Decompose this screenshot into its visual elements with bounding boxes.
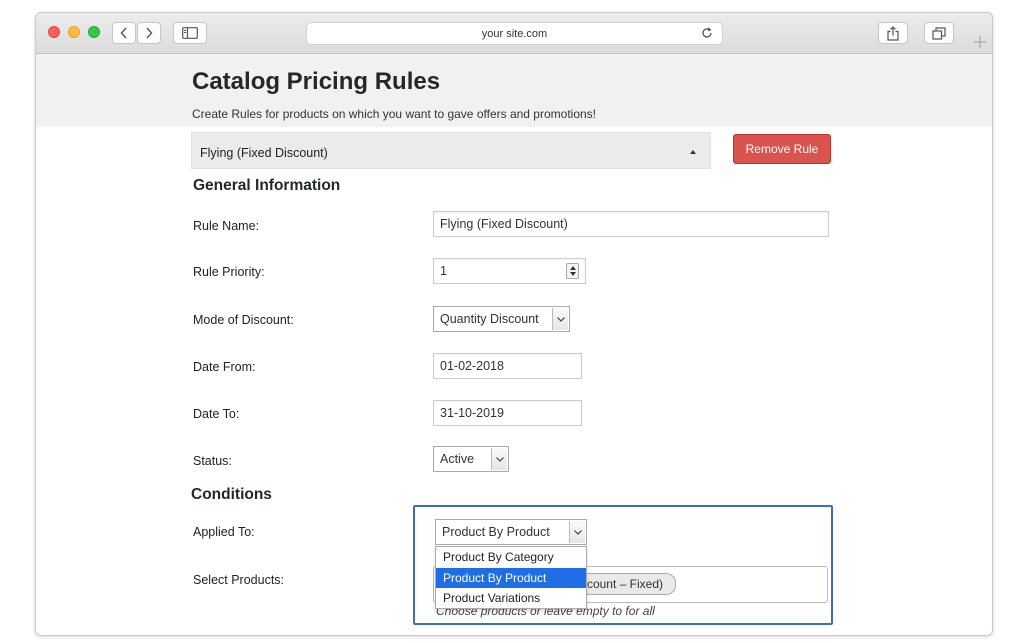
close-window-button[interactable]: [48, 26, 60, 38]
browser-window: your site.com Catalog Pricing Rules Crea…: [35, 12, 993, 636]
rule-accordion-header[interactable]: Flying (Fixed Discount): [191, 132, 711, 169]
page-header: Catalog Pricing Rules Create Rules for p…: [36, 54, 992, 127]
chevron-left-icon: [120, 27, 127, 39]
stepper-up-icon[interactable]: [570, 266, 576, 270]
mode-of-discount-label: Mode of Discount:: [193, 313, 294, 327]
applied-to-dropdown-list[interactable]: Product By Category Product By Product P…: [435, 546, 587, 609]
option-product-by-product[interactable]: Product By Product: [436, 567, 586, 588]
applied-to-value: Product By Product: [442, 525, 550, 539]
page-title: Catalog Pricing Rules: [192, 68, 441, 95]
browser-toolbar: your site.com: [36, 13, 992, 54]
option-product-by-category[interactable]: Product By Category: [436, 547, 586, 568]
select-products-label: Select Products:: [193, 573, 285, 587]
date-to-label: Date To:: [193, 407, 240, 421]
applied-to-select[interactable]: Product By Product: [435, 519, 587, 545]
date-to-input[interactable]: 31-10-2019: [433, 400, 582, 426]
zoom-window-button[interactable]: [88, 26, 100, 38]
share-icon: [887, 25, 899, 41]
rule-priority-input[interactable]: 1: [433, 258, 586, 284]
page-subtitle: Create Rules for products on which you w…: [192, 107, 596, 121]
applied-to-label: Applied To:: [193, 525, 255, 539]
tabs-icon: [932, 26, 946, 40]
caret-up-icon: [690, 150, 696, 154]
status-select[interactable]: Active: [433, 446, 509, 472]
general-information-heading: General Information: [193, 177, 341, 194]
remove-rule-button[interactable]: Remove Rule: [733, 134, 831, 164]
chevron-down-icon: [569, 521, 585, 543]
stepper-down-icon[interactable]: [570, 272, 576, 276]
conditions-heading: Conditions: [191, 486, 272, 503]
rule-priority-label: Rule Priority:: [193, 265, 265, 279]
rule-name-input[interactable]: Flying (Fixed Discount): [433, 211, 829, 237]
tabs-overview-button[interactable]: [924, 22, 954, 44]
number-stepper[interactable]: [566, 263, 579, 279]
url-text: your site.com: [481, 27, 548, 40]
address-bar[interactable]: your site.com: [306, 22, 723, 45]
page-content: Catalog Pricing Rules Create Rules for p…: [36, 54, 992, 635]
rule-name-label: Rule Name:: [193, 219, 259, 233]
minimize-window-button[interactable]: [68, 26, 80, 38]
chevron-down-icon: [491, 448, 507, 470]
selected-product-tag-text: iscount – Fixed): [578, 577, 663, 591]
date-from-input[interactable]: 01-02-2018: [433, 353, 582, 379]
back-button[interactable]: [112, 22, 136, 44]
forward-button[interactable]: [137, 22, 161, 44]
chevron-down-icon: [552, 308, 568, 330]
date-from-label: Date From:: [193, 360, 256, 374]
rule-priority-value: 1: [440, 264, 447, 278]
rule-accordion-title: Flying (Fixed Discount): [200, 146, 328, 160]
plus-icon: [974, 36, 986, 48]
status-value: Active: [440, 452, 475, 466]
sidebar-icon: [182, 27, 198, 39]
new-tab-button[interactable]: [970, 32, 990, 52]
mode-of-discount-select[interactable]: Quantity Discount: [433, 306, 570, 332]
reload-icon[interactable]: [700, 26, 714, 40]
mode-of-discount-value: Quantity Discount: [440, 312, 539, 326]
status-label: Status:: [193, 454, 232, 468]
chevron-right-icon: [146, 27, 153, 39]
share-button[interactable]: [878, 22, 908, 44]
sidebar-toggle-button[interactable]: [173, 22, 207, 44]
option-product-variations[interactable]: Product Variations: [436, 588, 586, 609]
